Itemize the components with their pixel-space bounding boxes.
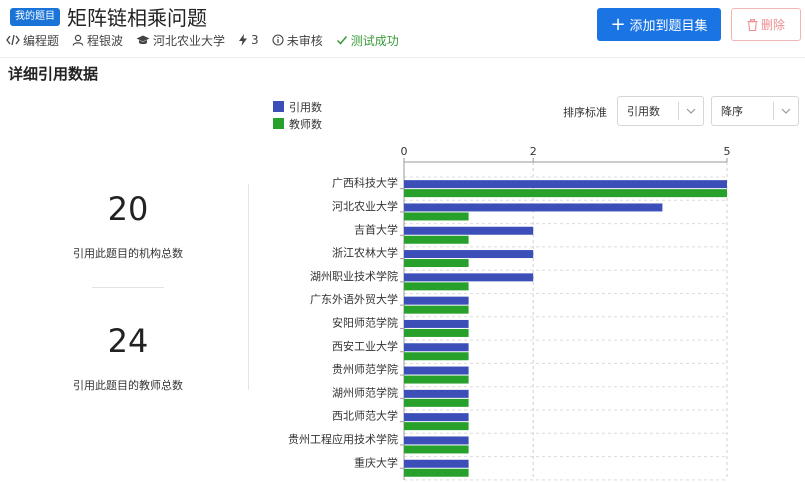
bar-teachers — [404, 305, 469, 314]
category-label: 广东外语外贸大学 — [310, 292, 398, 306]
bar-teachers — [404, 282, 469, 291]
bar-teachers — [404, 259, 469, 268]
bar-teachers — [404, 445, 469, 454]
bar-citations — [404, 226, 534, 235]
category-label: 西北师范大学 — [332, 409, 398, 423]
bar-teachers — [404, 422, 469, 431]
bar-citations — [404, 319, 469, 328]
bar-teachers — [404, 375, 469, 384]
category-label: 贵州师范学院 — [332, 362, 398, 376]
bar-teachers — [404, 468, 469, 477]
bar-citations — [404, 413, 469, 422]
category-label: 河北农业大学 — [332, 199, 398, 213]
bar-teachers — [404, 189, 727, 198]
bar-citations — [404, 180, 727, 189]
bar-teachers — [404, 212, 469, 221]
category-label: 湖州师范学院 — [332, 385, 398, 399]
bar-citations — [404, 459, 469, 468]
bar-teachers — [404, 235, 469, 244]
bar-citations — [404, 436, 469, 445]
category-label: 吉首大学 — [354, 222, 398, 236]
bar-citations — [404, 250, 534, 259]
x-tick-label: 0 — [401, 145, 408, 158]
category-label: 广西科技大学 — [332, 176, 398, 190]
citation-bar-chart: 0 2 5 广西科技大学河北农业大学吉首大学浙江农林大学湖州职业技术学院广东外语外贸大… — [288, 145, 731, 481]
bar-citations — [404, 343, 469, 352]
category-label: 西安工业大学 — [332, 339, 398, 353]
category-label: 浙江农林大学 — [332, 246, 398, 260]
category-label: 湖州职业技术学院 — [310, 269, 398, 283]
bar-citations — [404, 203, 663, 212]
bar-teachers — [404, 398, 469, 407]
bar-citations — [404, 296, 469, 305]
category-label: 重庆大学 — [354, 455, 398, 469]
bar-teachers — [404, 352, 469, 361]
bar-citations — [404, 366, 469, 375]
bar-citations — [404, 273, 534, 282]
x-tick-label: 2 — [530, 145, 537, 158]
category-label: 贵州工程应用技术学院 — [288, 432, 398, 446]
x-tick-label: 5 — [724, 145, 731, 158]
bar-teachers — [404, 328, 469, 337]
bar-citations — [404, 389, 469, 398]
category-label: 安阳师范学院 — [332, 315, 398, 329]
